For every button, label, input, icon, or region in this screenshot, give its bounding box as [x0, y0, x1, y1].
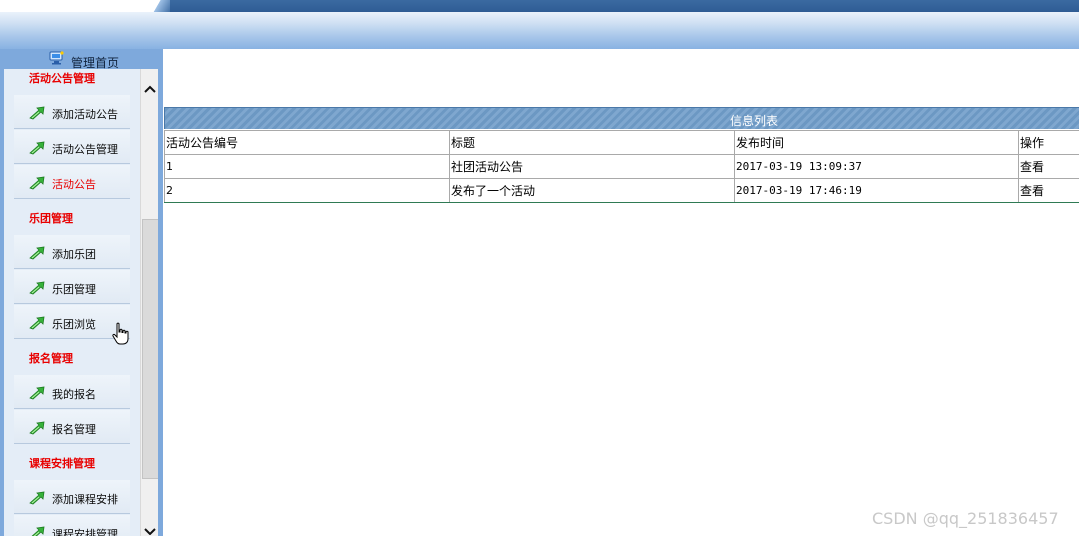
scroll-thumb[interactable] — [142, 219, 159, 479]
cell-time: 2017-03-19 17:46:19 — [734, 178, 1019, 203]
cell-title: 发布了一个活动 — [449, 178, 735, 203]
sidebar-heading-label: 活动公告管理 — [29, 72, 95, 85]
sidebar-item-12[interactable]: 添加课程安排 — [4, 480, 140, 515]
sidebar-item-label: 我的报名 — [52, 388, 96, 401]
table-row: 2 发布了一个活动 2017-03-19 17:46:19 查看 — [164, 178, 1079, 203]
column-header-title: 标题 — [449, 130, 735, 155]
green-arrow-icon — [28, 490, 46, 505]
table-header-row: 活动公告编号 标题 发布时间 操作 — [164, 130, 1079, 155]
list-title: 信息列表 — [730, 114, 779, 128]
sidebar-heading-label: 报名管理 — [29, 352, 73, 365]
watermark-text: CSDN @qq_251836457 — [872, 509, 1059, 528]
sidebar-heading-label: 乐团管理 — [29, 212, 73, 225]
green-arrow-icon — [28, 140, 46, 155]
sidebar-heading-11: 课程安排管理 — [4, 445, 140, 480]
scroll-up-icon[interactable] — [141, 79, 159, 99]
green-arrow-icon — [28, 105, 46, 120]
cell-time: 2017-03-19 13:09:37 — [734, 154, 1019, 179]
sidebar-item-label: 添加活动公告 — [52, 108, 118, 121]
list-header-title-row: 信息列表 — [0, 0, 1079, 128]
sidebar-heading-label: 课程安排管理 — [29, 457, 95, 470]
app-window: 管理首页 活动公告管理 添加活动公告 活动公告管理 活动公告 乐团管理 添加乐团 乐团管理乐… — [0, 0, 1079, 536]
cell-id: 2 — [164, 178, 450, 203]
sidebar-heading-4: 乐团管理 — [4, 200, 140, 235]
sidebar-item-6[interactable]: 乐团管理 — [4, 270, 140, 305]
list-header — [164, 107, 1079, 129]
sidebar-item-13[interactable]: 课程安排管理 — [4, 515, 140, 536]
sidebar-item-label: 报名管理 — [52, 423, 96, 436]
sidebar-item-label: 课程安排管理 — [52, 528, 118, 536]
sidebar-item-label: 活动公告管理 — [52, 143, 118, 156]
sidebar-item-label: 活动公告 — [52, 178, 96, 191]
view-link[interactable]: 查看 — [1018, 178, 1079, 203]
cell-id: 1 — [164, 154, 450, 179]
sidebar-item-1[interactable]: 添加活动公告 — [4, 95, 140, 130]
sidebar-heading-0: 活动公告管理 — [4, 69, 140, 95]
hand-cursor-icon — [112, 322, 130, 346]
green-arrow-icon — [28, 525, 46, 536]
sidebar-item-5[interactable]: 添加乐团 — [4, 235, 140, 270]
sidebar-item-2[interactable]: 活动公告管理 — [4, 130, 140, 165]
info-table: 活动公告编号 标题 发布时间 操作 1 社团活动公告 2017-03-19 13… — [164, 130, 1079, 203]
sidebar-item-label: 添加课程安排 — [52, 493, 118, 506]
view-link[interactable]: 查看 — [1018, 154, 1079, 179]
column-header-time: 发布时间 — [734, 130, 1019, 155]
cell-title: 社团活动公告 — [449, 154, 735, 179]
green-arrow-icon — [28, 385, 46, 400]
sidebar-item-label: 乐团浏览 — [52, 318, 96, 331]
sidebar-item-3[interactable]: 活动公告 — [4, 165, 140, 200]
column-header-action: 操作 — [1018, 130, 1079, 155]
column-header-id: 活动公告编号 — [164, 130, 450, 155]
sidebar-item-label: 乐团管理 — [52, 283, 96, 296]
green-arrow-icon — [28, 175, 46, 190]
scroll-down-icon[interactable] — [141, 527, 159, 536]
computer-icon — [49, 50, 65, 65]
sidebar-menu: 活动公告管理 添加活动公告 活动公告管理 活动公告 乐团管理 添加乐团 乐团管理 乐团浏览 报名… — [4, 69, 140, 536]
green-arrow-icon — [28, 280, 46, 295]
table-row: 1 社团活动公告 2017-03-19 13:09:37 查看 — [164, 154, 1079, 179]
green-arrow-icon — [28, 315, 46, 330]
sidebar-item-label: 添加乐团 — [52, 248, 96, 261]
green-arrow-icon — [28, 245, 46, 260]
sidebar-item-9[interactable]: 我的报名 — [4, 375, 140, 410]
sidebar-item-10[interactable]: 报名管理 — [4, 410, 140, 445]
sidebar-scrollbar[interactable] — [140, 69, 159, 536]
green-arrow-icon — [28, 420, 46, 435]
